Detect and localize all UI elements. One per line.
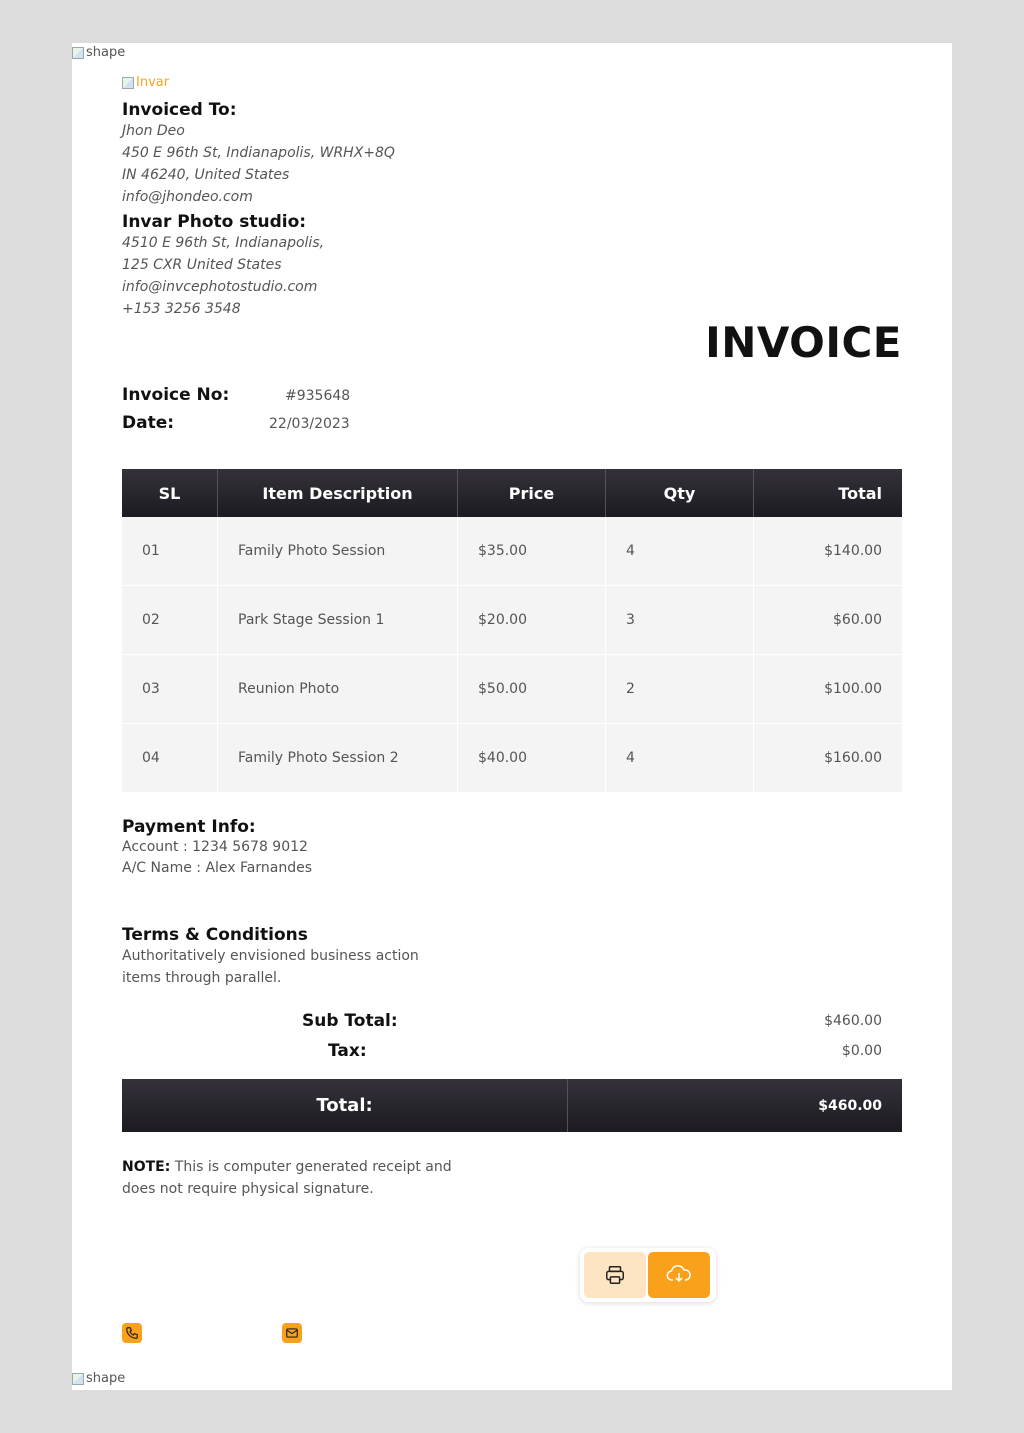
date-value: 22/03/2023 — [269, 416, 350, 432]
payment-info-block: Payment Info: Account : 1234 5678 9012 A… — [122, 817, 312, 879]
cell-description: Park Stage Session 1 — [218, 586, 458, 654]
cell-sl: 01 — [122, 517, 218, 585]
studio-label: Invar Photo studio: — [122, 212, 307, 232]
cell-price: $20.00 — [458, 586, 606, 654]
note-block: NOTE: This is computer generated receipt… — [122, 1156, 452, 1200]
studio-email: info@invcephotostudio.com — [122, 279, 318, 295]
table-row: 04 Family Photo Session 2 $40.00 4 $160.… — [122, 724, 902, 793]
download-button[interactable] — [648, 1252, 710, 1298]
terms-block: Terms & Conditions Authoritatively envis… — [122, 925, 419, 989]
total-bar: Total: $460.00 — [122, 1079, 902, 1132]
cloud-download-icon — [666, 1264, 691, 1283]
cell-total: $160.00 — [824, 750, 882, 766]
terms-label: Terms & Conditions — [122, 925, 308, 945]
cell-total: $100.00 — [824, 681, 882, 697]
header-price: Price — [458, 469, 606, 517]
note-line1: NOTE: This is computer generated receipt… — [122, 1156, 452, 1178]
tax-value: $0.00 — [841, 1043, 882, 1059]
invoiced-to-block: Invoiced To: Jhon Deo 450 E 96th St, Ind… — [122, 100, 395, 208]
studio-phone: +153 3256 3548 — [122, 301, 241, 317]
studio-block: Invar Photo studio: 4510 E 96th St, Indi… — [122, 212, 324, 320]
header-total: Total — [838, 483, 882, 503]
header-sl: SL — [122, 469, 218, 517]
note-text2: does not require physical signature. — [122, 1181, 374, 1197]
cell-description: Family Photo Session 2 — [218, 724, 458, 792]
cell-sl: 02 — [122, 586, 218, 654]
invoice-no-label: Invoice No: — [122, 385, 230, 405]
header-item-description: Item Description — [218, 469, 458, 517]
tax-label: Tax: — [328, 1041, 367, 1061]
cell-total: $60.00 — [833, 612, 882, 628]
bottom-shape-image: shape — [72, 1371, 125, 1386]
table-row: 01 Family Photo Session $35.00 4 $140.00 — [122, 517, 902, 586]
broken-image-icon — [122, 76, 134, 89]
invoice-page: shape Invar Invoiced To: Jhon Deo 450 E … — [72, 43, 952, 1390]
payment-info-label: Payment Info: — [122, 817, 256, 837]
table-row: 03 Reunion Photo $50.00 2 $100.00 — [122, 655, 902, 724]
note-label: NOTE: — [122, 1159, 171, 1175]
client-name: Jhon Deo — [122, 123, 185, 139]
payment-account-name: A/C Name : Alex Farnandes — [122, 860, 312, 876]
action-button-group — [580, 1248, 716, 1302]
broken-image-icon — [72, 1372, 84, 1385]
total-value: $460.00 — [818, 1097, 882, 1114]
studio-address-line2: 125 CXR United States — [122, 257, 282, 273]
invoiced-to-label: Invoiced To: — [122, 100, 237, 120]
subtotal-label: Sub Total: — [302, 1011, 398, 1031]
payment-account: Account : 1234 5678 9012 — [122, 839, 308, 855]
top-shape-image: shape — [72, 45, 125, 60]
total-label: Total: — [122, 1079, 568, 1132]
date-label: Date: — [122, 413, 175, 433]
terms-line1: Authoritatively envisioned business acti… — [122, 948, 419, 964]
broken-image-icon — [72, 46, 84, 59]
cell-price: $50.00 — [458, 655, 606, 723]
client-address-line1: 450 E 96th St, Indianapolis, WRHX+8Q — [122, 145, 395, 161]
client-email: info@jhondeo.com — [122, 189, 253, 205]
studio-address-line1: 4510 E 96th St, Indianapolis, — [122, 235, 325, 251]
cell-qty: 3 — [606, 586, 754, 654]
cell-qty: 4 — [606, 724, 754, 792]
subtotal-value: $460.00 — [824, 1013, 882, 1029]
cell-sl: 04 — [122, 724, 218, 792]
note-text1: This is computer generated receipt and — [174, 1159, 452, 1175]
print-button[interactable] — [584, 1252, 646, 1298]
logo[interactable]: Invar — [122, 75, 169, 90]
cell-price: $35.00 — [458, 517, 606, 585]
cell-qty: 4 — [606, 517, 754, 585]
invoice-title: INVOICE — [705, 318, 902, 367]
cell-sl: 03 — [122, 655, 218, 723]
cell-total: $140.00 — [824, 543, 882, 559]
cell-description: Family Photo Session — [218, 517, 458, 585]
table-header: SL Item Description Price Qty Total — [122, 469, 902, 517]
printer-icon — [606, 1266, 624, 1284]
items-table: SL Item Description Price Qty Total 01 F… — [122, 469, 902, 793]
terms-line2: items through parallel. — [122, 970, 282, 986]
invoice-no-value: #935648 — [285, 388, 351, 404]
phone-icon — [122, 1323, 142, 1343]
cell-price: $40.00 — [458, 724, 606, 792]
header-qty: Qty — [606, 469, 754, 517]
table-row: 02 Park Stage Session 1 $20.00 3 $60.00 — [122, 586, 902, 655]
envelope-icon — [282, 1323, 302, 1343]
cell-qty: 2 — [606, 655, 754, 723]
client-address-line2: IN 46240, United States — [122, 167, 290, 183]
cell-description: Reunion Photo — [218, 655, 458, 723]
